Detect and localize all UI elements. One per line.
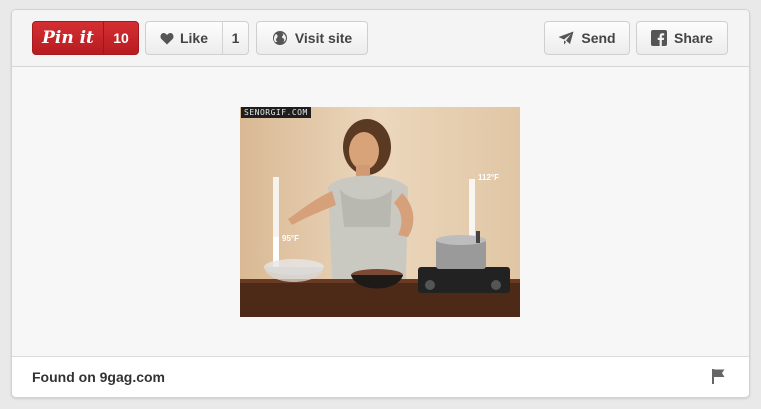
share-label: Share <box>674 30 713 46</box>
like-label: Like <box>179 30 208 46</box>
cooking-gif-illustration <box>240 107 520 317</box>
share-button[interactable]: Share <box>636 21 728 55</box>
pin-card: Pin it 10 Like 1 Visit site Send Share S… <box>11 9 750 398</box>
facebook-icon <box>651 30 668 46</box>
like-main[interactable]: Like <box>146 22 222 54</box>
temperature-low-label: 95°F <box>282 234 299 243</box>
pin-it-button[interactable]: Pin it 10 <box>32 21 139 55</box>
visit-site-button[interactable]: Visit site <box>256 21 368 55</box>
send-plane-icon <box>558 31 574 45</box>
pin-image[interactable]: SENORGIF.COM 112°F 95°F <box>240 107 520 317</box>
pin-count: 10 <box>103 22 138 54</box>
found-on-source[interactable]: Found on 9gag.com <box>32 369 165 385</box>
globe-icon <box>272 30 288 46</box>
visit-site-label: Visit site <box>294 30 353 46</box>
pin-footer: Found on 9gag.com <box>12 356 749 397</box>
like-button[interactable]: Like 1 <box>145 21 249 55</box>
image-watermark: SENORGIF.COM <box>241 107 311 118</box>
like-count: 1 <box>222 22 248 54</box>
pin-image-area: SENORGIF.COM 112°F 95°F <box>12 67 749 356</box>
send-label: Send <box>581 30 616 46</box>
pin-it-label: Pin it <box>42 28 94 48</box>
flag-icon[interactable] <box>712 369 725 384</box>
temperature-high-label: 112°F <box>478 173 499 182</box>
action-toolbar: Pin it 10 Like 1 Visit site Send Share <box>12 10 749 67</box>
heart-icon <box>160 32 174 45</box>
send-button[interactable]: Send <box>544 21 630 55</box>
